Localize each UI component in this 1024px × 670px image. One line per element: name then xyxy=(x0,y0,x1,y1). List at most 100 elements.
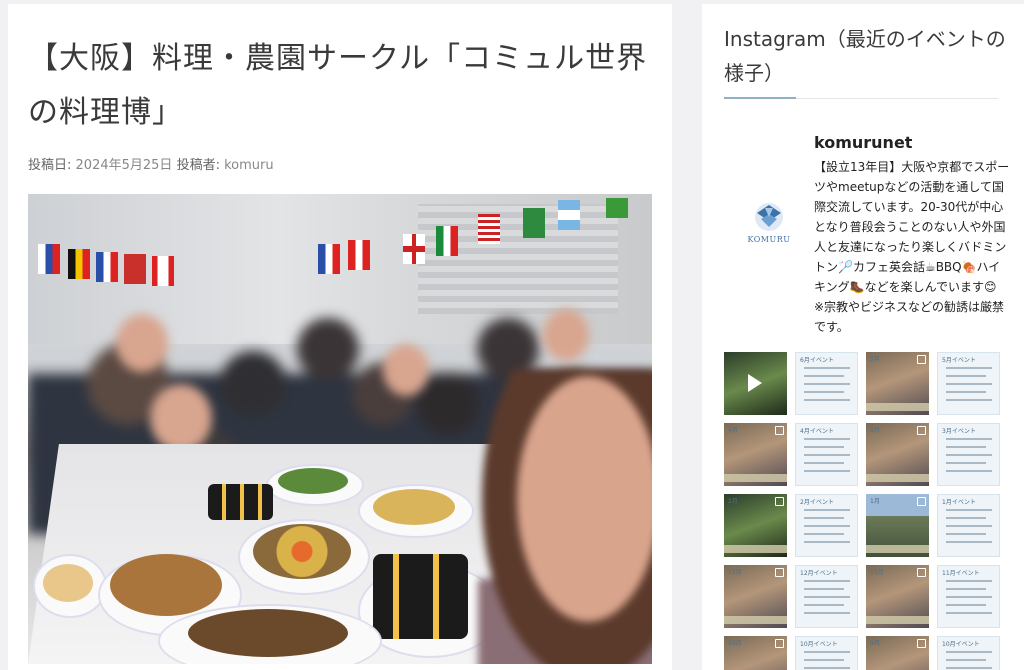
text-line xyxy=(946,391,986,393)
text-line xyxy=(946,446,986,448)
blurred-face xyxy=(383,344,429,396)
flag-decoration xyxy=(478,214,500,244)
text-line xyxy=(804,612,850,614)
text-line xyxy=(946,588,986,590)
text-line xyxy=(804,446,844,448)
instagram-post-thumbnail[interactable]: 6月イベント xyxy=(795,352,858,415)
text-line xyxy=(946,462,986,464)
instagram-post-thumbnail[interactable]: 5月 xyxy=(866,352,929,415)
text-line xyxy=(946,651,992,653)
post-caption: 4月 xyxy=(728,427,738,434)
text-line xyxy=(946,509,992,511)
sushi-rolls xyxy=(208,484,273,520)
text-line xyxy=(804,533,844,535)
instagram-post-thumbnail[interactable]: 3月 xyxy=(866,423,929,486)
photo-banner xyxy=(724,616,787,624)
text-line xyxy=(946,470,992,472)
post-caption: 6月イベント xyxy=(800,357,834,364)
text-line xyxy=(946,612,992,614)
post-caption: 4月イベント xyxy=(800,428,834,435)
text-line xyxy=(804,454,850,456)
author-link[interactable]: komuru xyxy=(224,158,274,173)
carousel-icon xyxy=(775,426,784,435)
text-line xyxy=(804,651,850,653)
instagram-post-thumbnail[interactable] xyxy=(724,352,787,415)
text-line xyxy=(946,659,986,661)
instagram-username[interactable]: komurunet xyxy=(814,133,912,152)
blurred-face xyxy=(150,384,212,452)
text-line xyxy=(946,438,992,440)
carousel-icon xyxy=(917,568,926,577)
instagram-post-thumbnail[interactable]: 9月 xyxy=(866,636,929,670)
post-caption: 2月イベント xyxy=(800,499,834,506)
text-line xyxy=(804,541,850,543)
text-line xyxy=(804,367,850,369)
post-title: 【大阪】料理・農園サークル「コミュル世界の料理博」 xyxy=(28,41,648,130)
food-dish xyxy=(253,524,351,579)
play-icon xyxy=(748,374,762,392)
instagram-post-grid: 6月イベント 5月 5月イベント 4月 4月イベント 3月 3月イベント 2月 2月イベント 1月… xyxy=(724,352,1004,670)
instagram-post-thumbnail[interactable]: 4月イベント xyxy=(795,423,858,486)
blurred-face xyxy=(116,314,168,372)
instagram-post-thumbnail[interactable]: 1月 xyxy=(866,494,929,557)
instagram-post-thumbnail[interactable]: 11月イベント xyxy=(937,565,1000,628)
text-line xyxy=(804,517,844,519)
instagram-post-thumbnail[interactable]: 5月イベント xyxy=(937,352,1000,415)
instagram-post-thumbnail[interactable]: 10月 xyxy=(724,636,787,670)
food-dish xyxy=(110,554,222,616)
instagram-post-thumbnail[interactable]: 12月イベント xyxy=(795,565,858,628)
posted-date[interactable]: 2024年5月25日 xyxy=(76,158,173,173)
flag-decoration xyxy=(436,226,458,256)
text-line xyxy=(946,367,992,369)
post-caption: 11月イベント xyxy=(942,570,980,577)
person-foreground xyxy=(478,369,652,664)
post-caption: 2月 xyxy=(728,498,738,505)
komuru-logo-avatar[interactable]: KOMURU xyxy=(742,199,796,253)
post-meta: 投稿日: 2024年5月25日 投稿者: komuru xyxy=(28,154,274,173)
post-caption: 1月 xyxy=(870,498,880,505)
carousel-icon xyxy=(775,639,784,648)
post-caption: 3月 xyxy=(870,427,880,434)
text-line xyxy=(946,525,992,527)
instagram-post-thumbnail[interactable]: 2月イベント xyxy=(795,494,858,557)
text-line xyxy=(804,659,844,661)
instagram-post-thumbnail[interactable]: 1月イベント xyxy=(937,494,1000,557)
instagram-post-thumbnail[interactable]: 2月 xyxy=(724,494,787,557)
instagram-post-thumbnail[interactable]: 3月イベント xyxy=(937,423,1000,486)
instagram-post-thumbnail[interactable]: 10月イベント xyxy=(795,636,858,670)
text-line xyxy=(804,604,844,606)
text-line xyxy=(804,438,850,440)
text-line xyxy=(804,375,844,377)
posted-date-label: 投稿日: xyxy=(28,158,72,173)
text-line xyxy=(946,533,986,535)
widget-title-divider xyxy=(724,97,998,99)
post-caption: 12月 xyxy=(728,569,742,576)
food-dish xyxy=(278,468,348,494)
instagram-post-thumbnail[interactable]: 12月 xyxy=(724,565,787,628)
post-caption: 5月 xyxy=(870,356,880,363)
post-caption: 10月 xyxy=(728,640,742,647)
instagram-post-thumbnail[interactable]: 10月イベント xyxy=(937,636,1000,670)
carousel-icon xyxy=(917,497,926,506)
event-group-photo xyxy=(28,194,652,664)
carousel-icon xyxy=(775,568,784,577)
post-caption: 10月イベント xyxy=(942,641,980,648)
post-caption: 1月イベント xyxy=(942,499,976,506)
text-line xyxy=(804,391,844,393)
carousel-icon xyxy=(775,497,784,506)
instagram-post-thumbnail[interactable]: 11月 xyxy=(866,565,929,628)
text-line xyxy=(946,375,986,377)
globe-logo-icon xyxy=(755,203,783,231)
text-line xyxy=(946,604,986,606)
text-line xyxy=(804,509,850,511)
post-caption: 10月イベント xyxy=(800,641,838,648)
carousel-icon xyxy=(917,355,926,364)
blog-post: 【大阪】料理・農園サークル「コミュル世界の料理博」 投稿日: 2024年5月25… xyxy=(8,4,672,670)
carousel-icon xyxy=(917,426,926,435)
instagram-post-thumbnail[interactable]: 4月 xyxy=(724,423,787,486)
text-line xyxy=(946,541,992,543)
text-line xyxy=(946,383,992,385)
text-line xyxy=(946,399,992,401)
photo-banner xyxy=(866,403,929,411)
carousel-icon xyxy=(917,639,926,648)
